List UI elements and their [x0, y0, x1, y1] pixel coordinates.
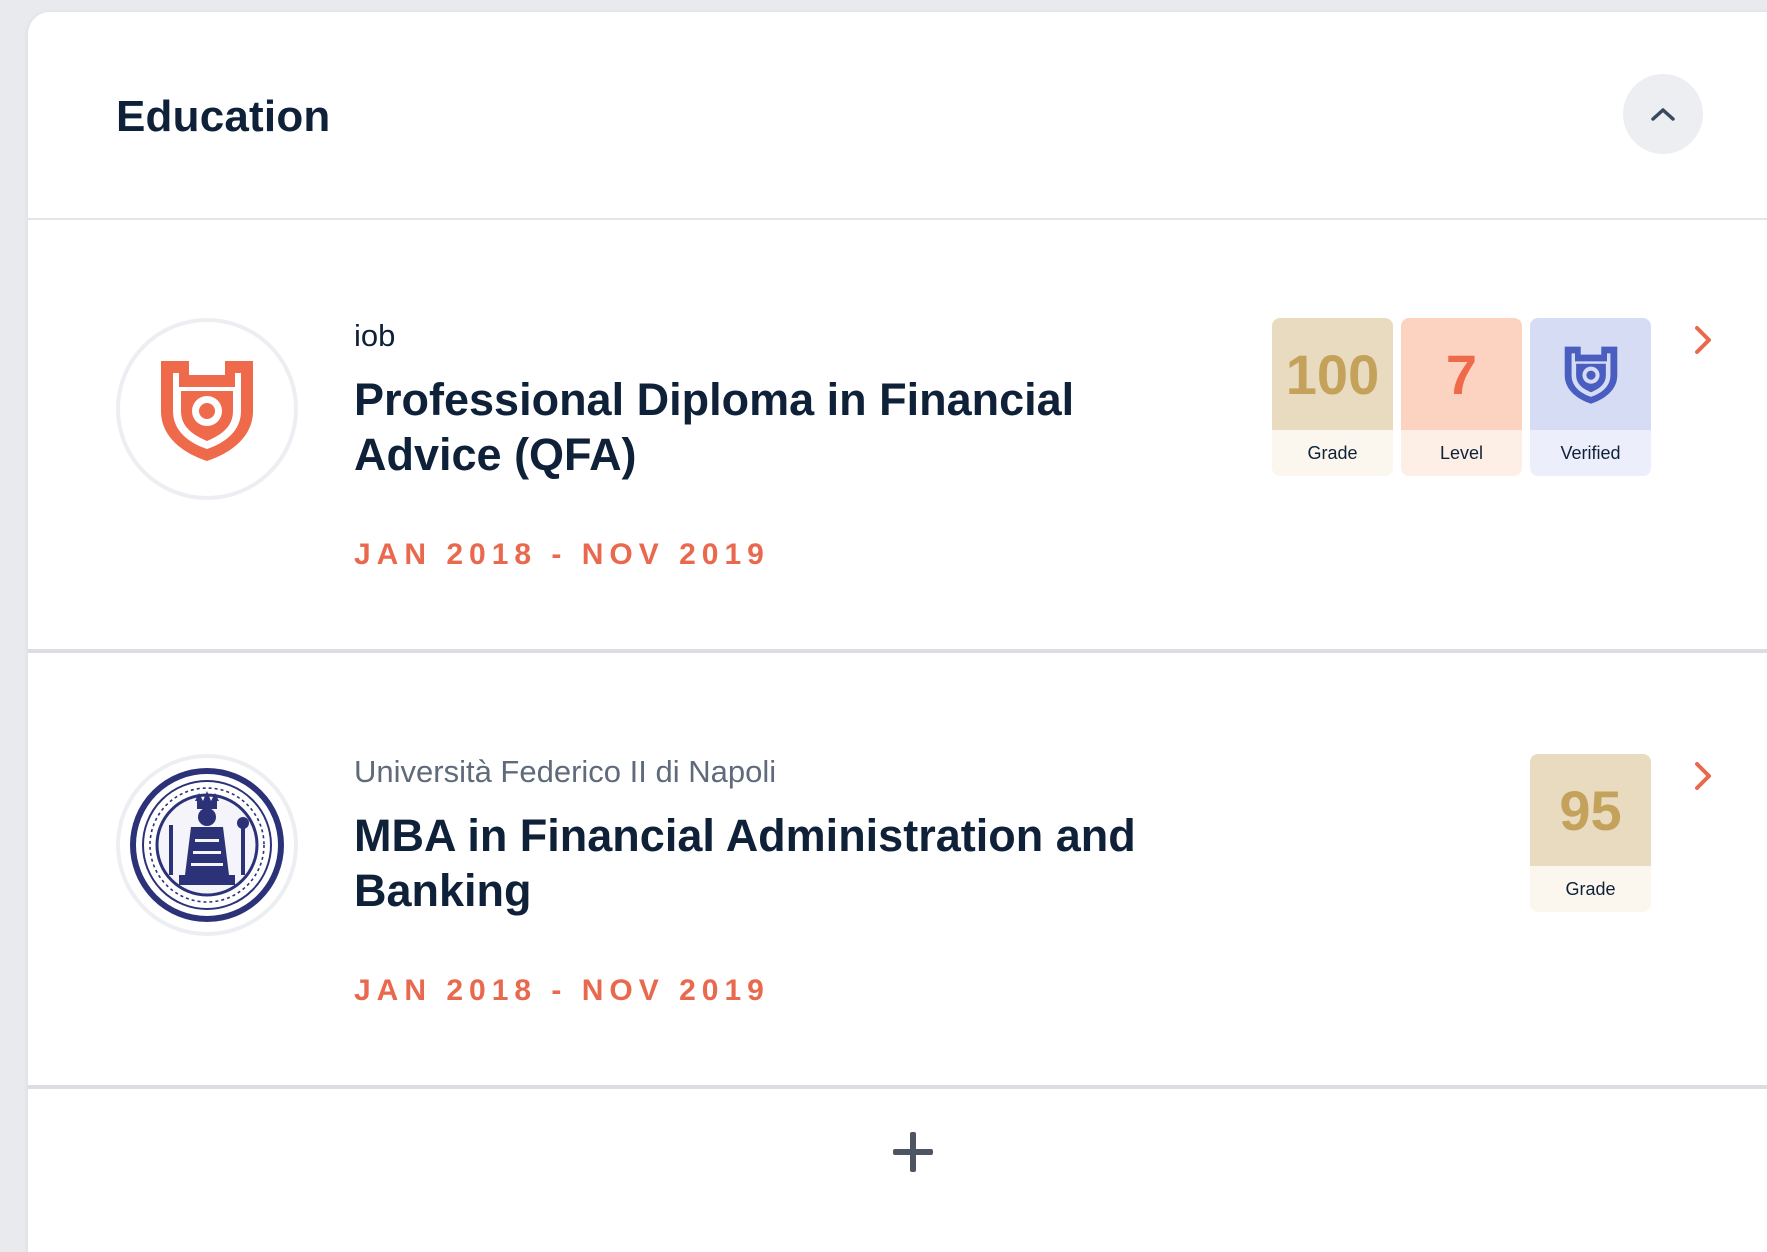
section-header: Education: [28, 12, 1767, 220]
chevron-up-icon: [1651, 108, 1675, 121]
collapse-button[interactable]: [1623, 74, 1703, 154]
chevron-right-icon: [1695, 762, 1711, 790]
add-education-button[interactable]: [883, 1122, 943, 1182]
degree-title: MBA in Financial Administration and Bank…: [354, 810, 1136, 916]
institution-name: Università Federico II di Napoli: [354, 754, 777, 789]
grade-label: Grade: [1530, 866, 1651, 912]
level-value: 7: [1401, 318, 1522, 430]
iob-shield-icon: [161, 361, 253, 461]
verified-label: Verified: [1530, 430, 1651, 476]
badge-group: 100 Grade 7 Level Verified: [1272, 318, 1651, 476]
grade-value: 95: [1530, 754, 1651, 866]
education-item[interactable]: Università Federico II di Napoli MBA in …: [28, 656, 1767, 1089]
grade-badge: 95 Grade: [1530, 754, 1651, 912]
chevron-right-icon: [1695, 326, 1711, 354]
institution-logo: [116, 754, 298, 936]
institution-logo: [116, 318, 298, 500]
grade-value: 100: [1272, 318, 1393, 430]
date-range: JAN 2018 - NOV 2019: [354, 974, 770, 1007]
plus-icon: [893, 1132, 933, 1172]
university-seal-icon: [130, 768, 284, 922]
open-item-button[interactable]: [1688, 320, 1718, 360]
grade-badge: 100 Grade: [1272, 318, 1393, 476]
institution-name: iob: [354, 318, 396, 353]
level-badge: 7 Level: [1401, 318, 1522, 476]
section-title: Education: [116, 92, 331, 141]
date-range: JAN 2018 - NOV 2019: [354, 538, 770, 571]
badge-group: 95 Grade: [1530, 754, 1651, 912]
shield-icon: [1564, 346, 1617, 404]
education-card: Education iob Professional Diploma in Fi…: [28, 12, 1767, 1252]
education-item[interactable]: iob Professional Diploma in Financial Ad…: [28, 220, 1767, 653]
grade-label: Grade: [1272, 430, 1393, 476]
verified-badge: Verified: [1530, 318, 1651, 476]
level-label: Level: [1401, 430, 1522, 476]
degree-title: Professional Diploma in Financial Advice…: [354, 374, 1075, 480]
open-item-button[interactable]: [1688, 756, 1718, 796]
